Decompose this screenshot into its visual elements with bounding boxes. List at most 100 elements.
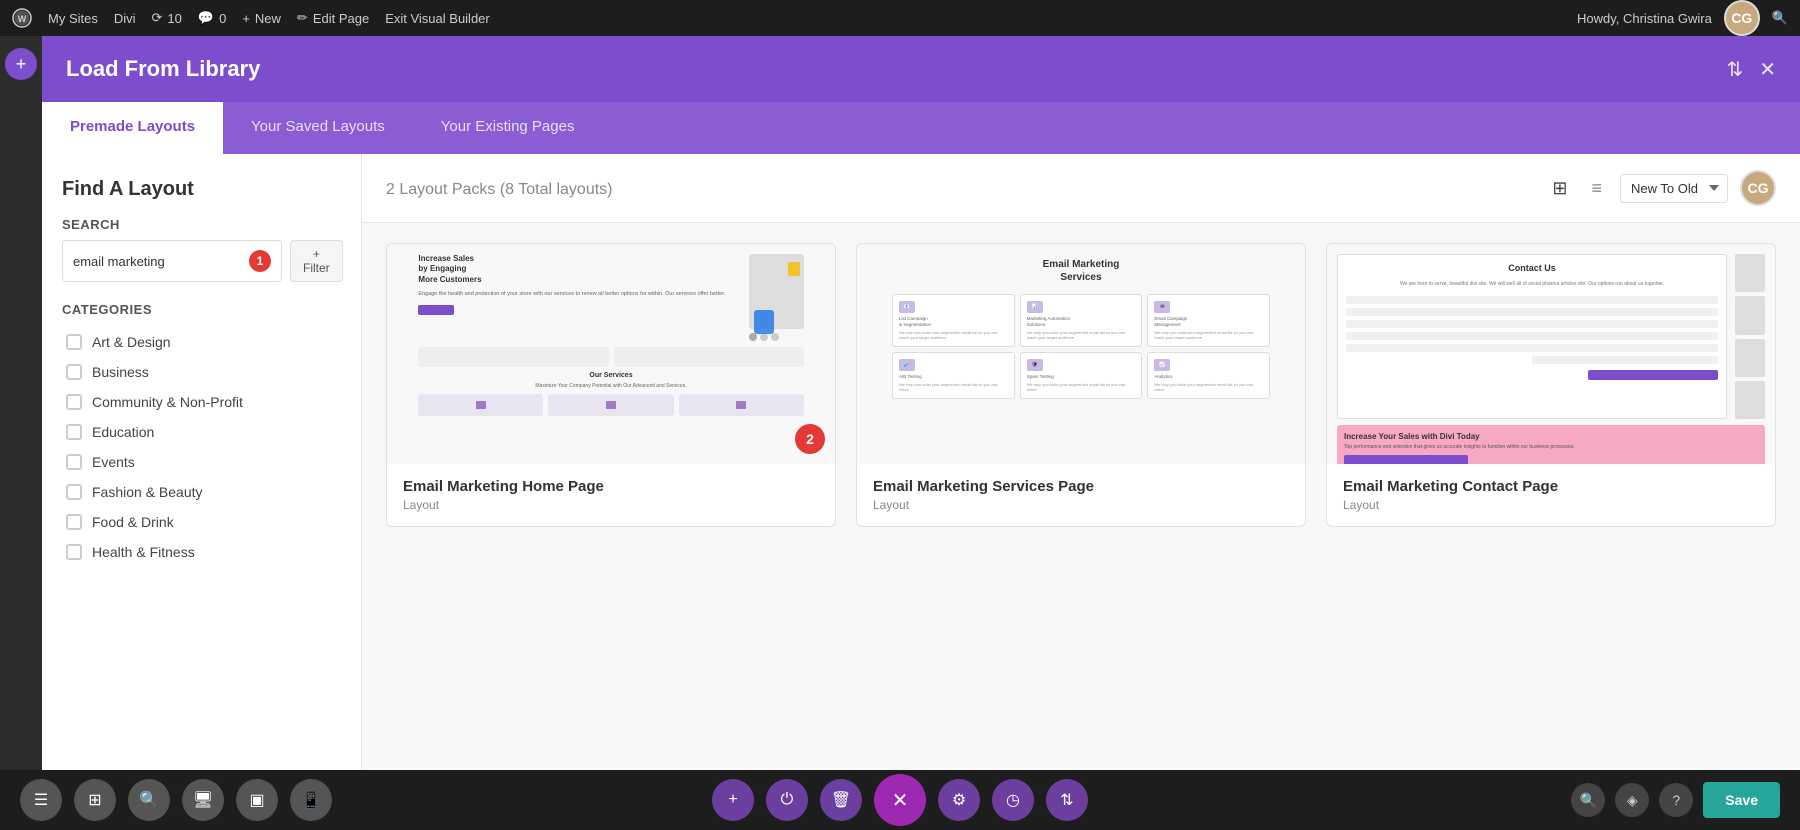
category-health-label: Health & Fitness xyxy=(92,544,195,560)
bottom-left-tools: ☰ ⊞ 🔍 🖥 ▣ 📱 xyxy=(20,779,332,821)
layout-card-email-home[interactable]: Increase Salesby EngagingMore Customers … xyxy=(386,243,836,527)
card-preview-email-contact: Contact Us We are here to serve, beautif… xyxy=(1327,244,1775,464)
card-type-email-services: Layout xyxy=(873,498,1289,512)
help-button[interactable]: ? xyxy=(1659,783,1693,817)
menu-tool-button[interactable]: ☰ xyxy=(20,779,62,821)
category-business-checkbox[interactable] xyxy=(66,364,82,380)
card-badge-2: 2 xyxy=(795,424,825,454)
category-art-design[interactable]: Art & Design xyxy=(62,327,341,357)
category-food-checkbox[interactable] xyxy=(66,514,82,530)
exit-vb-btn[interactable]: Exit Visual Builder xyxy=(385,11,490,26)
search-row: 1 + Filter xyxy=(62,240,341,282)
comments-menu[interactable]: 💬 0 xyxy=(198,10,226,26)
filter-sidebar: Find A Layout Search 1 + Filter Categori… xyxy=(42,154,362,770)
updates-count: 10 xyxy=(167,11,181,26)
close-center-button[interactable]: ✕ xyxy=(874,774,926,826)
category-events-checkbox[interactable] xyxy=(66,454,82,470)
tab-saved-layouts[interactable]: Your Saved Layouts xyxy=(223,102,413,154)
search-icon[interactable]: 🔍 xyxy=(1772,10,1788,26)
filter-button[interactable]: + Filter xyxy=(290,240,343,282)
sort-select[interactable]: New To Old Old To New A to Z Z to A xyxy=(1620,174,1728,203)
svg-text:W: W xyxy=(18,14,27,24)
modal-overlay: Load From Library ⇅ ✕ Premade Layouts Yo… xyxy=(42,36,1800,770)
my-sites-label: My Sites xyxy=(48,11,98,26)
category-food-label: Food & Drink xyxy=(92,514,174,530)
category-events-label: Events xyxy=(92,454,135,470)
tablet-tool-button[interactable]: ▣ xyxy=(236,779,278,821)
wordpress-logo[interactable]: W xyxy=(12,8,32,28)
category-events[interactable]: Events xyxy=(62,447,341,477)
new-label: New xyxy=(255,11,281,26)
card-name-email-home: Email Marketing Home Page xyxy=(403,478,819,495)
content-header: 2 Layout Packs (8 Total layouts) ⊞ ≡ New… xyxy=(362,154,1800,223)
search-label: Search xyxy=(62,217,341,232)
modal-title: Load From Library xyxy=(66,56,260,82)
divi-menu[interactable]: Divi xyxy=(114,11,136,26)
load-from-library-modal: Load From Library ⇅ ✕ Premade Layouts Yo… xyxy=(42,36,1800,770)
comments-count: 0 xyxy=(219,11,226,26)
admin-bar-right: Howdy, Christina Gwira CG 🔍 xyxy=(1577,0,1788,36)
settings-button[interactable]: ⚙ xyxy=(938,779,980,821)
category-business[interactable]: Business xyxy=(62,357,341,387)
divi-label: Divi xyxy=(114,11,136,26)
delete-button[interactable]: 🗑 xyxy=(820,779,862,821)
bottom-toolbar: ☰ ⊞ 🔍 🖥 ▣ 📱 + ⏻ 🗑 ✕ ⚙ ◷ ⇅ 🔍 ◈ ? Save xyxy=(0,770,1800,830)
power-button[interactable]: ⏻ xyxy=(766,779,808,821)
add-center-button[interactable]: + xyxy=(712,779,754,821)
edit-page-label: Edit Page xyxy=(313,11,369,26)
card-type-email-contact: Layout xyxy=(1343,498,1759,512)
category-community-label: Community & Non-Profit xyxy=(92,394,243,410)
tab-existing-pages[interactable]: Your Existing Pages xyxy=(413,102,603,154)
layout-card-email-services[interactable]: Email MarketingServices 📧 List Campaign&… xyxy=(856,243,1306,527)
category-health[interactable]: Health & Fitness xyxy=(62,537,341,567)
search-badge: 1 xyxy=(249,250,271,272)
sort-button[interactable]: ⇅ xyxy=(1046,779,1088,821)
grid-view-button[interactable]: ⊞ xyxy=(1546,174,1573,203)
modules-tool-button[interactable]: ⊞ xyxy=(74,779,116,821)
layout-card-email-contact[interactable]: Contact Us We are here to serve, beautif… xyxy=(1326,243,1776,527)
category-education-checkbox[interactable] xyxy=(66,424,82,440)
edit-page-btn[interactable]: ✏ Edit Page xyxy=(297,10,369,26)
card-name-email-contact: Email Marketing Contact Page xyxy=(1343,478,1759,495)
card-meta-email-home: Email Marketing Home Page Layout xyxy=(387,464,835,526)
category-community-checkbox[interactable] xyxy=(66,394,82,410)
category-fashion[interactable]: Fashion & Beauty xyxy=(62,477,341,507)
modal-body: Find A Layout Search 1 + Filter Categori… xyxy=(42,154,1800,770)
category-health-checkbox[interactable] xyxy=(66,544,82,560)
category-community[interactable]: Community & Non-Profit xyxy=(62,387,341,417)
category-art-design-label: Art & Design xyxy=(92,334,171,350)
updates-menu[interactable]: ⟳ 10 xyxy=(152,10,182,26)
card-type-email-home: Layout xyxy=(403,498,819,512)
mobile-tool-button[interactable]: 📱 xyxy=(290,779,332,821)
bottom-right-tools: 🔍 ◈ ? Save xyxy=(1571,782,1780,818)
admin-bar: W My Sites Divi ⟳ 10 💬 0 + New ✏ Edit Pa… xyxy=(0,0,1800,36)
category-fashion-checkbox[interactable] xyxy=(66,484,82,500)
my-sites-menu[interactable]: My Sites xyxy=(48,11,98,26)
card-name-email-services: Email Marketing Services Page xyxy=(873,478,1289,495)
resize-modal-button[interactable]: ⇅ xyxy=(1726,57,1743,82)
history-button[interactable]: ◷ xyxy=(992,779,1034,821)
category-fashion-label: Fashion & Beauty xyxy=(92,484,203,500)
layout-count: 2 Layout Packs (8 Total layouts) xyxy=(386,178,613,199)
card-preview-email-services: Email MarketingServices 📧 List Campaign&… xyxy=(857,244,1305,464)
add-module-button[interactable]: + xyxy=(5,48,37,80)
admin-avatar[interactable]: CG xyxy=(1724,0,1760,36)
list-view-button[interactable]: ≡ xyxy=(1585,174,1608,203)
bottom-center-tools: + ⏻ 🗑 ✕ ⚙ ◷ ⇅ xyxy=(712,774,1088,826)
save-button[interactable]: Save xyxy=(1703,782,1780,818)
search-input[interactable] xyxy=(73,254,249,269)
card-preview-email-home: Increase Salesby EngagingMore Customers … xyxy=(387,244,835,464)
category-art-design-checkbox[interactable] xyxy=(66,334,82,350)
layers-button[interactable]: ◈ xyxy=(1615,783,1649,817)
category-food[interactable]: Food & Drink xyxy=(62,507,341,537)
new-menu[interactable]: + New xyxy=(242,11,281,26)
search-tool-button[interactable]: 🔍 xyxy=(128,779,170,821)
search-input-wrap: 1 xyxy=(62,240,282,282)
user-avatar[interactable]: CG xyxy=(1740,170,1776,206)
tab-premade-layouts[interactable]: Premade Layouts xyxy=(42,102,223,154)
close-modal-button[interactable]: ✕ xyxy=(1759,57,1776,82)
desktop-tool-button[interactable]: 🖥 xyxy=(182,779,224,821)
category-education[interactable]: Education xyxy=(62,417,341,447)
card-meta-email-contact: Email Marketing Contact Page Layout xyxy=(1327,464,1775,526)
search-right-button[interactable]: 🔍 xyxy=(1571,783,1605,817)
